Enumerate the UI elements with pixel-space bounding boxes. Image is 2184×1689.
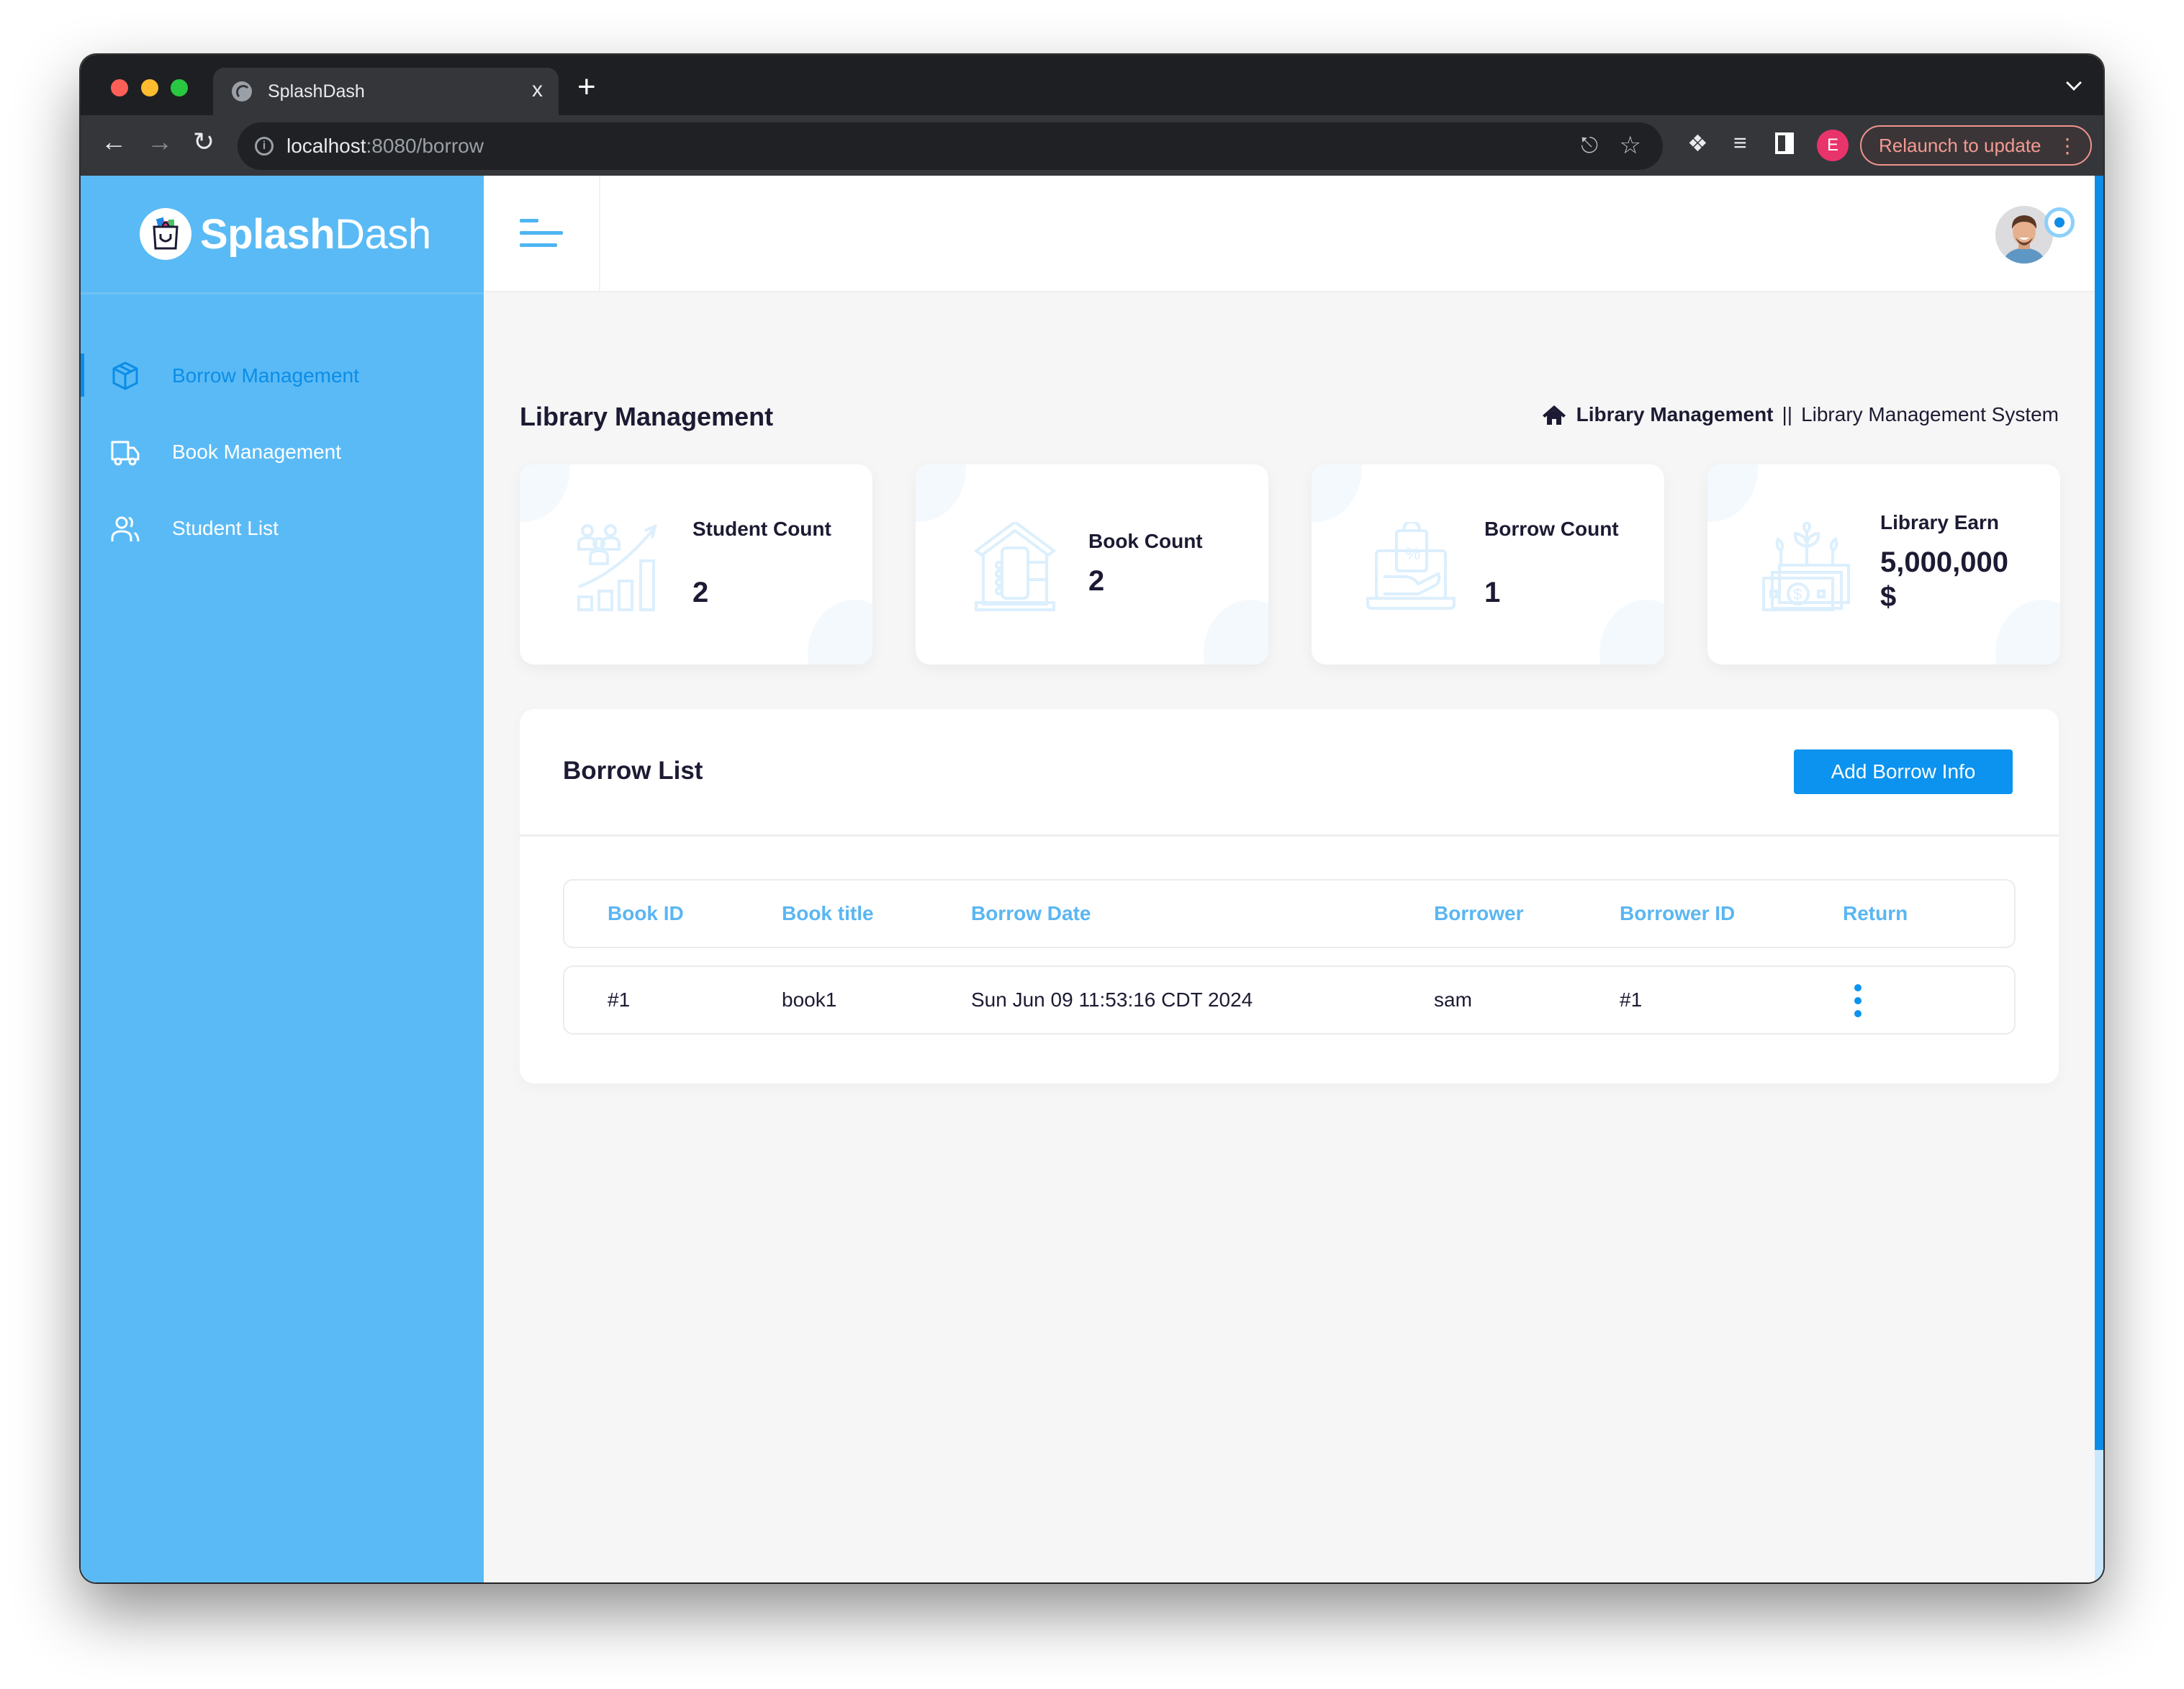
svg-text:%: % — [1405, 544, 1420, 564]
sidebar-item-student-list[interactable]: Student List — [81, 503, 484, 554]
globe-icon — [232, 81, 252, 102]
info-icon[interactable]: i — [255, 137, 274, 156]
scrollbar-thumb[interactable] — [2095, 176, 2103, 1450]
cell-borrow-date: Sun Jun 09 11:53:16 CDT 2024 — [971, 988, 1253, 1011]
user-avatar[interactable] — [1995, 206, 2053, 264]
browser-window: SplashDash x + ← → ↻ i localhost:8080/bo… — [81, 55, 2103, 1582]
share-icon[interactable]: ⎋ — [1581, 134, 1598, 158]
browser-tab[interactable]: SplashDash x — [213, 68, 559, 115]
media-queue-icon[interactable]: ≡ — [1733, 130, 1747, 156]
column-header-borrow-date[interactable]: Borrow Date — [971, 880, 1091, 947]
sidebar-item-label: Borrow Management — [172, 364, 359, 387]
add-borrow-info-button[interactable]: Add Borrow Info — [1794, 749, 2013, 794]
extensions-puzzle-icon[interactable]: ❖ — [1687, 130, 1708, 157]
profile-avatar[interactable]: E — [1817, 130, 1849, 161]
divider — [599, 176, 600, 291]
tab-title: SplashDash — [268, 81, 365, 102]
tab-close-icon[interactable]: x — [532, 78, 543, 102]
chevron-down-icon[interactable] — [2066, 75, 2082, 91]
breadcrumb-separator: || — [1782, 403, 1793, 425]
stat-label: Student Count — [692, 518, 831, 540]
back-arrow-icon[interactable]: ← — [101, 127, 127, 157]
stat-value: 1 — [1484, 577, 1501, 608]
cell-book-title: book1 — [782, 988, 837, 1011]
stat-label: Book Count — [1088, 530, 1203, 552]
app-logo[interactable]: SplashDash — [140, 207, 431, 261]
side-panel-icon[interactable] — [1775, 132, 1794, 154]
column-header-borrower-id[interactable]: Borrower ID — [1620, 880, 1735, 947]
table-header-row: Book ID Book title Borrow Date Borrower … — [563, 879, 2016, 948]
column-header-return[interactable]: Return — [1843, 880, 1908, 947]
box-icon — [112, 361, 138, 390]
menu-toggle-icon[interactable] — [520, 219, 564, 251]
stat-card-book-count: Book Count 2 — [916, 464, 1268, 665]
laptop-shopping-icon: % — [1366, 522, 1456, 610]
library-house-icon — [973, 522, 1057, 611]
sidebar-item-borrow-management[interactable]: Borrow Management — [81, 351, 484, 401]
table-row: #1 book1 Sun Jun 09 11:53:16 CDT 2024 sa… — [563, 965, 2016, 1035]
app-name: SplashDash — [200, 210, 431, 258]
tab-strip: SplashDash x + — [81, 55, 2103, 115]
stat-label: Library Earn — [1880, 511, 1999, 533]
breadcrumb-current[interactable]: Library Management — [1576, 403, 1774, 426]
users-icon — [111, 516, 140, 542]
minimize-window-button[interactable] — [141, 79, 158, 96]
cell-book-id: #1 — [608, 988, 631, 1011]
maximize-window-button[interactable] — [171, 79, 188, 96]
sidebar-item-label: Student List — [172, 517, 279, 539]
kebab-menu-icon[interactable]: ⋮ — [2057, 134, 2077, 158]
stat-card-student-count: Student Count 2 — [520, 464, 872, 665]
stat-card-library-earn: $ Library Earn 5,000,000 $ — [1707, 464, 2060, 665]
cell-borrower: sam — [1434, 988, 1472, 1011]
bookmark-star-icon[interactable]: ☆ — [1620, 131, 1641, 160]
row-actions-kebab-icon[interactable] — [1854, 984, 1863, 1017]
column-header-borrower[interactable]: Borrower — [1434, 880, 1523, 947]
breadcrumb: Library Management || Library Management… — [1542, 403, 2059, 426]
shopping-bag-icon — [140, 208, 191, 260]
stat-value: 2 — [692, 577, 709, 608]
stat-value: 5,000,000 $ — [1880, 546, 2008, 613]
divider — [81, 292, 484, 294]
cell-borrower-id: #1 — [1620, 988, 1643, 1011]
column-header-book-id[interactable]: Book ID — [608, 880, 684, 947]
svg-text:$: $ — [1793, 585, 1802, 603]
stat-label: Borrow Count — [1484, 518, 1619, 540]
status-indicator — [2044, 207, 2075, 238]
close-window-button[interactable] — [111, 79, 128, 96]
stat-value: 2 — [1088, 565, 1105, 597]
address-bar[interactable]: i localhost:8080/borrow ⎋ ☆ — [238, 122, 1663, 170]
url-text[interactable]: localhost:8080/borrow — [286, 135, 484, 158]
borrow-list-panel: Borrow List Add Borrow Info Book ID Book… — [520, 709, 2059, 1084]
panel-title: Borrow List — [563, 757, 703, 785]
breadcrumb-system: Library Management System — [1801, 403, 2059, 425]
money-plant-icon: $ — [1762, 522, 1850, 611]
page-title: Library Management — [520, 402, 774, 431]
students-growth-icon — [577, 523, 657, 611]
sidebar: SplashDash Borrow Management Book Manage… — [81, 176, 484, 1582]
truck-icon — [111, 441, 140, 466]
stat-card-borrow-count: % Borrow Count 1 — [1312, 464, 1664, 665]
forward-arrow-icon[interactable]: → — [147, 127, 173, 157]
browser-toolbar: ← → ↻ i localhost:8080/borrow ⎋ ☆ ❖ ≡ E … — [81, 115, 2103, 176]
sidebar-item-book-management[interactable]: Book Management — [81, 427, 484, 477]
relaunch-button[interactable]: Relaunch to update ⋮ — [1860, 125, 2092, 166]
top-header — [484, 176, 2095, 292]
divider — [520, 834, 2059, 837]
column-header-book-title[interactable]: Book title — [782, 880, 874, 947]
sidebar-item-label: Book Management — [172, 441, 342, 463]
reload-icon[interactable]: ↻ — [193, 127, 215, 157]
home-icon[interactable] — [1542, 404, 1566, 425]
page: SplashDash Borrow Management Book Manage… — [81, 176, 2103, 1582]
relaunch-label: Relaunch to update — [1879, 134, 2041, 156]
new-tab-button[interactable]: + — [577, 69, 596, 105]
